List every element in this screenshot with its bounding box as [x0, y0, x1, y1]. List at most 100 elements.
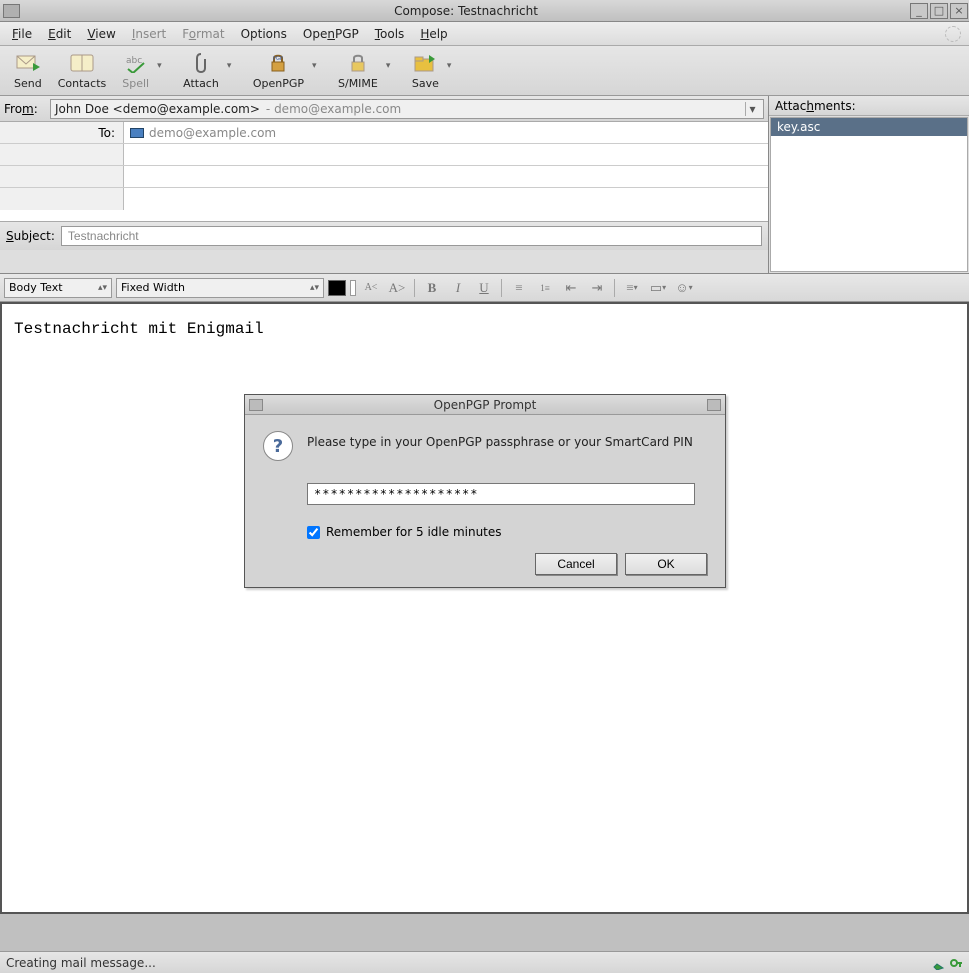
- address-row-empty[interactable]: [0, 188, 768, 210]
- window-titlebar: Compose: Testnachricht _ □ ×: [0, 0, 969, 22]
- subject-label: Subject:: [6, 229, 55, 243]
- address-value[interactable]: demo@example.com: [124, 122, 768, 143]
- contact-card-icon: [130, 128, 144, 138]
- subject-input[interactable]: [61, 226, 762, 246]
- status-bar: Creating mail message...: [0, 951, 969, 973]
- from-account: - demo@example.com: [266, 102, 401, 116]
- format-toolbar: Body Text▴▾ Fixed Width▴▾ A˂ A˃ B I U ≡ …: [0, 274, 969, 302]
- openpgp-button[interactable]: PGP OpenPGP: [245, 49, 312, 92]
- svg-text:PGP: PGP: [273, 56, 283, 62]
- from-identity: John Doe <demo@example.com>: [55, 102, 260, 116]
- menu-insert: Insert: [124, 25, 174, 43]
- menu-tools[interactable]: Tools: [367, 25, 413, 43]
- attach-label: Attach: [183, 77, 219, 90]
- sign-status-icon: [931, 956, 945, 970]
- openpgp-label: OpenPGP: [253, 77, 304, 90]
- address-row-empty[interactable]: [0, 144, 768, 166]
- attach-button[interactable]: Attach: [175, 49, 227, 92]
- remember-label: Remember for 5 idle minutes: [326, 525, 502, 539]
- menu-bar: File Edit View Insert Format Options Ope…: [0, 22, 969, 46]
- subject-row: Subject:: [0, 222, 768, 250]
- from-field[interactable]: John Doe <demo@example.com> - demo@examp…: [50, 99, 764, 119]
- save-icon: [412, 51, 438, 75]
- ok-button[interactable]: OK: [625, 553, 707, 575]
- address-row-empty[interactable]: [0, 166, 768, 188]
- attachments-panel: Attachments: key.asc: [769, 96, 969, 273]
- passphrase-input[interactable]: [307, 483, 695, 505]
- font-smaller-button[interactable]: A˂: [360, 278, 382, 298]
- menu-openpgp[interactable]: OpenPGP: [295, 25, 367, 43]
- menu-file[interactable]: File: [4, 25, 40, 43]
- indent-button[interactable]: ⇥: [586, 278, 608, 298]
- activity-indicator-icon: [945, 26, 961, 42]
- smime-dropdown[interactable]: ▾: [386, 61, 396, 71]
- spell-label: Spell: [122, 77, 149, 90]
- save-label: Save: [412, 77, 439, 90]
- to-email: demo@example.com: [149, 126, 276, 140]
- smime-icon: [345, 51, 371, 75]
- menu-edit[interactable]: Edit: [40, 25, 79, 43]
- send-label: Send: [14, 77, 42, 90]
- menu-help[interactable]: Help: [412, 25, 455, 43]
- dialog-titlebar: OpenPGP Prompt: [245, 395, 725, 415]
- outdent-button[interactable]: ⇤: [560, 278, 582, 298]
- dialog-menu-icon[interactable]: [249, 399, 263, 411]
- bg-color-button[interactable]: [350, 280, 356, 296]
- openpgp-dropdown[interactable]: ▾: [312, 61, 322, 71]
- window-title: Compose: Testnachricht: [23, 4, 909, 18]
- maximize-button[interactable]: □: [930, 3, 948, 19]
- dialog-title: OpenPGP Prompt: [267, 398, 703, 412]
- menu-view[interactable]: View: [79, 25, 123, 43]
- attachments-list[interactable]: key.asc: [770, 117, 968, 272]
- insert-button[interactable]: ▭▾: [647, 278, 669, 298]
- font-value: Fixed Width: [121, 281, 185, 294]
- number-list-button[interactable]: 1≡: [534, 278, 556, 298]
- menu-format: Format: [174, 25, 232, 43]
- compose-header: From: John Doe <demo@example.com> - demo…: [0, 96, 969, 274]
- remember-checkbox-row[interactable]: Remember for 5 idle minutes: [307, 525, 707, 539]
- save-button[interactable]: Save: [404, 49, 447, 92]
- font-larger-button[interactable]: A˃: [386, 278, 408, 298]
- question-icon: ?: [263, 431, 293, 461]
- dialog-maximize-button[interactable]: [707, 399, 721, 411]
- underline-button[interactable]: U: [473, 278, 495, 298]
- from-label: From:: [4, 102, 50, 116]
- remember-checkbox[interactable]: [307, 526, 320, 539]
- spell-button: abc Spell: [114, 49, 157, 92]
- attachments-header: Attachments:: [769, 96, 969, 116]
- status-text: Creating mail message...: [6, 956, 156, 970]
- font-combo[interactable]: Fixed Width▴▾: [116, 278, 324, 298]
- cancel-button[interactable]: Cancel: [535, 553, 617, 575]
- save-dropdown[interactable]: ▾: [447, 61, 457, 71]
- attachment-item[interactable]: key.asc: [771, 118, 967, 136]
- spell-dropdown[interactable]: ▾: [157, 61, 167, 71]
- openpgp-icon: PGP: [265, 51, 291, 75]
- send-button[interactable]: Send: [6, 49, 50, 92]
- close-button[interactable]: ×: [950, 3, 968, 19]
- send-icon: [15, 51, 41, 75]
- menu-options[interactable]: Options: [233, 25, 295, 43]
- main-toolbar: Send Contacts abc Spell ▾ Attach ▾ PGP: [0, 46, 969, 96]
- smime-label: S/MIME: [338, 77, 378, 90]
- window-menu-icon[interactable]: [3, 4, 20, 18]
- text-color-button[interactable]: [328, 280, 346, 296]
- contacts-icon: [69, 51, 95, 75]
- attach-dropdown[interactable]: ▾: [227, 61, 237, 71]
- dialog-message: Please type in your OpenPGP passphrase o…: [307, 431, 693, 449]
- address-row[interactable]: To: demo@example.com: [0, 122, 768, 144]
- minimize-button[interactable]: _: [910, 3, 928, 19]
- bullet-list-button[interactable]: ≡: [508, 278, 530, 298]
- from-dropdown-icon[interactable]: ▾: [745, 102, 759, 116]
- bold-button[interactable]: B: [421, 278, 443, 298]
- paragraph-style-value: Body Text: [9, 281, 63, 294]
- smiley-button[interactable]: ☺▾: [673, 278, 695, 298]
- paragraph-style-combo[interactable]: Body Text▴▾: [4, 278, 112, 298]
- smime-button[interactable]: S/MIME: [330, 49, 386, 92]
- align-button[interactable]: ≡▾: [621, 278, 643, 298]
- spell-icon: abc: [123, 51, 149, 75]
- contacts-button[interactable]: Contacts: [50, 49, 115, 92]
- address-type[interactable]: To:: [0, 122, 124, 143]
- from-row: From: John Doe <demo@example.com> - demo…: [0, 96, 768, 122]
- italic-button[interactable]: I: [447, 278, 469, 298]
- svg-text:abc: abc: [126, 56, 142, 66]
